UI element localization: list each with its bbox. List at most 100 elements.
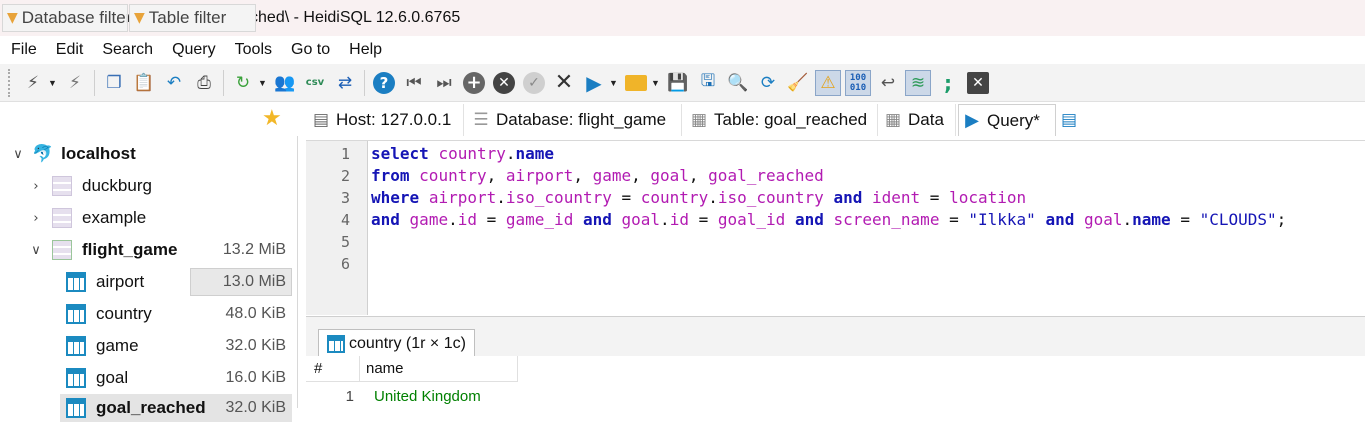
code-line-4: and game.id = game_id and goal.id = goal… [371,210,1287,229]
semicolon-icon[interactable]: ; [935,70,961,96]
grid-cell-name[interactable]: United Kingdom [374,384,524,408]
menu-edit[interactable]: Edit [49,41,91,59]
tree-node-localhost[interactable]: ∨ 🐬 localhost [10,140,136,168]
tree-database-label: duckburg [82,176,152,195]
tree-table-label: goal [96,368,129,387]
dolphin-server-icon: 🐬 [32,144,54,164]
code-line-2: from country, airport, game, goal, goal_… [371,166,824,185]
table-icon [66,272,86,292]
tree-node-table[interactable]: airport 13.0 MiB [66,268,292,296]
menu-help[interactable]: Help [342,41,389,59]
wrap-icon[interactable]: ↩ [875,70,901,96]
find-icon[interactable]: 🔍 [725,70,751,96]
undo-icon[interactable]: ↶ [161,70,187,96]
tree-size: 13.2 MiB [222,241,286,258]
favorites-star-icon[interactable]: ★ [262,106,282,131]
tree-node-table[interactable]: game 32.0 KiB [66,332,292,360]
save-icon[interactable]: 💾 [665,70,691,96]
tree-node-table[interactable]: goal 16.0 KiB [66,364,292,392]
chevron-down-icon[interactable]: ∨ [28,243,44,258]
table-icon [66,368,86,388]
last-icon[interactable]: ⏭ [431,70,457,96]
table-icon [327,334,345,353]
funnel-icon: ▼ [7,10,18,26]
tab-database[interactable]: ☰ Database: flight_game [466,104,682,136]
server-icon: ▤ [312,110,330,130]
chevron-right-icon[interactable]: › [28,211,44,226]
line-number: 1 [340,145,350,163]
connect-dropdown-icon[interactable]: ▼ [48,78,58,88]
tab-database-label: Database: flight_game [496,110,667,129]
database-icon [52,208,72,228]
sql-editor[interactable]: 1 2 3 4 5 6 select country.name from cou… [306,140,1365,315]
tree-node-database[interactable]: › duckburg [28,172,152,200]
copy-icon[interactable]: ❐ [101,70,127,96]
tree-size: 48.0 KiB [225,305,286,322]
binary-icon[interactable]: 100 010 [845,69,871,96]
connect-icon[interactable]: ⚡ [20,70,46,96]
tab-query[interactable]: ▶ Query* [958,104,1056,136]
tree-database-label: example [82,208,147,227]
apply-icon[interactable]: ✓ [521,70,547,96]
new-query-tab-button[interactable]: ▤ [1060,104,1088,136]
tree-node-database-active[interactable]: ∨ flight_game 13.2 MiB [28,236,292,264]
tab-query-label: Query* [987,110,1040,130]
database-tree: ∨ 🐬 localhost › duckburg › example ∨ fli… [0,136,298,422]
column-header-name[interactable]: name [360,356,518,382]
warning-icon[interactable]: ⚠ [815,69,841,96]
result-grid[interactable]: # name 1 United Kingdom [306,356,1365,408]
new-query-icon: ▤ [1060,110,1078,130]
tree-size: 16.0 KiB [225,369,286,386]
tree-node-database[interactable]: › example [28,204,146,232]
print-icon[interactable]: ⎙ [191,70,217,96]
menu-go-to[interactable]: Go to [284,41,337,59]
tree-size: 32.0 KiB [225,399,286,416]
tab-data[interactable]: ▦ Data [880,104,956,136]
export-csv-icon[interactable]: csv [302,70,328,96]
database-filter-label: Database filter [21,8,128,27]
tree-node-table[interactable]: country 48.0 KiB [66,300,292,328]
refresh-dropdown-icon[interactable]: ▼ [258,78,268,88]
run-icon[interactable]: ▶ [581,70,607,96]
menu-query[interactable]: Query [165,41,223,59]
database-filter-tab[interactable]: ▼ Database filter [2,4,128,32]
tree-table-label: goal_reached [96,398,206,417]
add-icon[interactable]: + [461,70,487,96]
toolbar-grip[interactable] [8,68,12,97]
format-icon[interactable]: ≋ [905,69,931,96]
refresh-icon[interactable]: ↻ [230,70,256,96]
tab-table[interactable]: ▦ Table: goal_reached [684,104,878,136]
result-tab-label: country (1r × 1c) [349,334,466,352]
column-header-rownum[interactable]: # [306,356,360,382]
reload-icon[interactable]: ⟳ [755,70,781,96]
disconnect-icon[interactable]: ⚡ [62,70,88,96]
chevron-right-icon[interactable]: › [28,179,44,194]
menu-search[interactable]: Search [95,41,160,59]
close-x-icon[interactable]: ✕ [551,70,577,96]
result-tab-country[interactable]: country (1r × 1c) [318,329,475,357]
close-tab-icon[interactable]: ✕ [965,70,991,96]
open-dropdown-icon[interactable]: ▼ [651,78,661,88]
help-icon[interactable]: ? [371,70,397,96]
table-filter-tab[interactable]: ▼ Table filter [129,4,256,32]
open-folder-icon[interactable] [623,70,649,96]
tree-node-table-selected[interactable]: goal_reached 32.0 KiB [60,394,292,422]
menu-bar: File Edit Search Query Tools Go to Help [0,36,1365,64]
tab-host[interactable]: ▤ Host: 127.0.0.1 [306,104,464,136]
transfer-icon[interactable]: ⇄ [332,70,358,96]
table-icon: ▦ [690,110,708,130]
tab-row [0,102,1365,136]
user-manager-icon[interactable]: 👥 [272,70,298,96]
tree-table-label: airport [96,272,145,291]
line-number: 4 [340,211,350,229]
chevron-down-icon[interactable]: ∨ [10,147,26,162]
save-as-icon[interactable]: 🖫 [695,70,721,96]
cancel-icon[interactable]: ✕ [491,70,517,96]
menu-file[interactable]: File [4,41,44,59]
database-icon [52,176,72,196]
clean-icon[interactable]: 🧹 [785,70,811,96]
run-dropdown-icon[interactable]: ▼ [609,78,619,88]
menu-tools[interactable]: Tools [228,41,279,59]
first-icon[interactable]: ⏮ [401,70,427,96]
paste-icon[interactable]: 📋 [131,70,157,96]
